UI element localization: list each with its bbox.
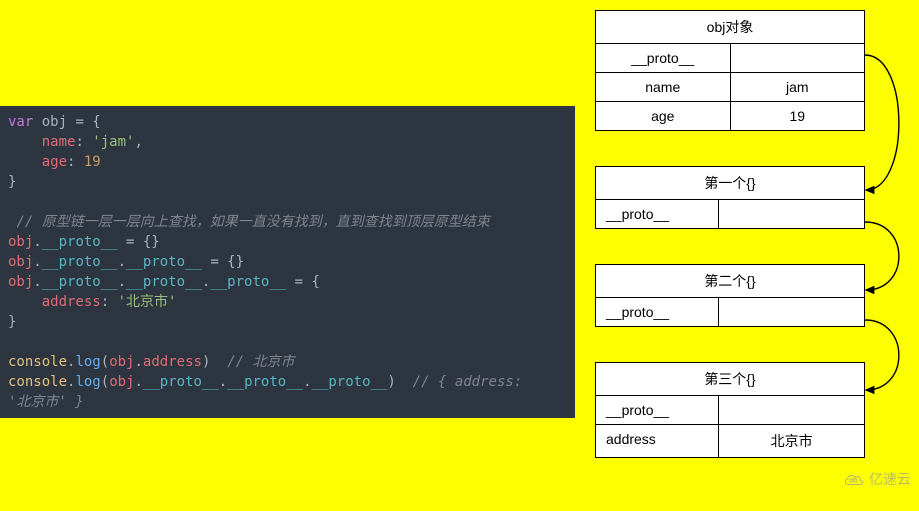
diagram-area: obj对象 __proto__ namejam age19 第一个{} __pr… [595, 10, 905, 458]
watermark: 亿速云 [843, 469, 911, 489]
box-title: 第一个{} [596, 167, 864, 200]
table-row: __proto__ [596, 200, 864, 228]
table-row: __proto__ [596, 396, 864, 425]
table-row: __proto__ [596, 44, 864, 73]
obj-box: obj对象 __proto__ namejam age19 [595, 10, 865, 131]
table-row: age19 [596, 102, 864, 130]
table-row: namejam [596, 73, 864, 102]
table-row: address北京市 [596, 425, 864, 457]
box-title: 第三个{} [596, 363, 864, 396]
first-box: 第一个{} __proto__ [595, 166, 865, 229]
watermark-text: 亿速云 [869, 469, 911, 489]
third-box: 第三个{} __proto__ address北京市 [595, 362, 865, 458]
cloud-icon [843, 471, 865, 487]
second-box: 第二个{} __proto__ [595, 264, 865, 327]
code-block: var obj = { name: 'jam', age: 19 } // 原型… [0, 106, 575, 418]
table-row: __proto__ [596, 298, 864, 326]
box-title: obj对象 [596, 11, 864, 44]
box-title: 第二个{} [596, 265, 864, 298]
